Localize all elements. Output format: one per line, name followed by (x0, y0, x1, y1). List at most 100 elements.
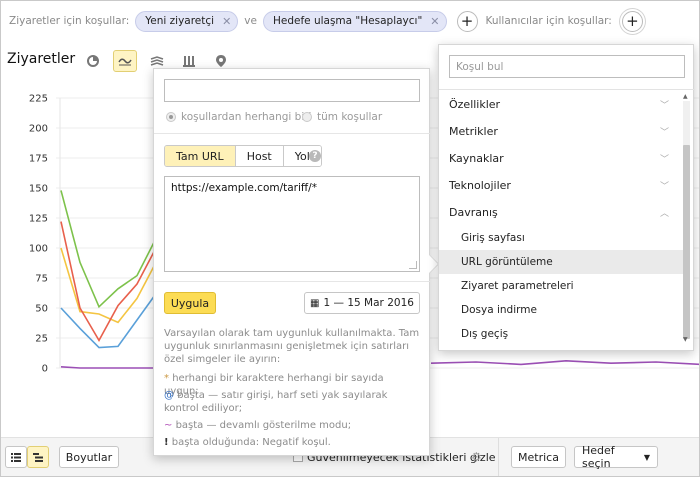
hint-text: başta — devamlı gösterilme modu; (175, 420, 352, 431)
category-label: Davranış (449, 206, 498, 219)
list-view-icon[interactable] (5, 446, 27, 468)
condition-file-download[interactable]: Dosya indirme (439, 298, 683, 322)
condition-category-list: Özellikler ﹀ Metrikler ﹀ Kaynaklar ﹀ Teknol… (439, 91, 683, 346)
and-joiner: ve (244, 15, 257, 27)
category-label: Özellikler (449, 98, 501, 111)
popup-arrow (429, 255, 438, 273)
calendar-icon: ▦ (310, 297, 320, 309)
condition-search-input[interactable]: Koşul bul (449, 55, 685, 78)
help-icon[interactable]: ? (309, 150, 321, 162)
tab-full-url[interactable]: Tam URL (165, 146, 236, 166)
hint-at: @ başta — satır girişi, harf seti yak sa… (164, 389, 420, 415)
visits-conditions-label: Ziyaretler için koşullar: (9, 15, 130, 27)
tree-view-icon[interactable] (27, 446, 49, 468)
hint-text: başta olduğunda: Negatif koşul. (171, 437, 331, 448)
url-match-mode-switch: Tam URL Host Yol (164, 145, 322, 167)
chevron-down-icon: ▼ (643, 452, 650, 462)
close-icon[interactable]: ✕ (222, 15, 231, 28)
filter-chip-label: Yeni ziyaretçi (145, 15, 215, 27)
divider (154, 281, 431, 282)
resize-handle[interactable] (409, 261, 417, 269)
scroll-up-icon[interactable]: ▲ (683, 93, 688, 100)
category-technologies[interactable]: Teknolojiler ﹀ (439, 172, 683, 199)
category-behavior[interactable]: Davranış ︿ (439, 199, 683, 226)
condition-outbound-link[interactable]: Dış geçiş (439, 322, 683, 346)
add-visit-condition-button[interactable]: + (456, 10, 478, 32)
hint-symbol: ! (164, 437, 169, 448)
divider (154, 133, 431, 134)
y-tick-label: 225 (29, 94, 48, 105)
y-tick-label: 0 (42, 364, 48, 375)
hint-symbol: * (164, 373, 169, 384)
scroll-down-icon[interactable]: ▼ (683, 336, 688, 343)
goal-select[interactable]: Hedef seçin ▼ (574, 444, 658, 470)
chevron-up-icon: ︿ (659, 209, 669, 219)
add-user-condition-button[interactable]: + (621, 10, 643, 32)
hint-bang: ! başta olduğunda: Negatif koşul. (164, 436, 420, 449)
radio-dot (302, 112, 312, 122)
condition-name-input[interactable] (164, 79, 420, 102)
radio-dot (166, 112, 176, 122)
scroll-thumb[interactable] (683, 145, 690, 339)
plus-icon: + (626, 11, 639, 30)
date-range-label: 1 — 15 Mar 2016 (323, 297, 414, 309)
tab-host[interactable]: Host (235, 146, 284, 166)
hint-tilde: ~ başta — devamlı gösterilme modu; (164, 419, 420, 432)
chevron-down-icon: ﹀ (659, 128, 669, 138)
plus-icon: + (460, 11, 474, 30)
segment-filter-bar: Ziyaretler için koşullar: Yeni ziyaretçi… (1, 1, 699, 41)
radio-any-condition[interactable]: koşullardan herhangi biri (166, 111, 311, 123)
series-line-right (430, 359, 699, 366)
category-features[interactable]: Özellikler ﹀ (439, 91, 683, 118)
y-tick-label: 25 (35, 334, 48, 345)
divider (498, 438, 499, 476)
radio-label: tüm koşullar (317, 111, 383, 123)
condition-visit-params[interactable]: Ziyaret parametreleri (439, 274, 683, 298)
hint-symbol: @ (164, 390, 174, 401)
filter-chip-label: Hedefe ulaşma "Hesaplaycı" (272, 15, 423, 27)
y-tick-label: 200 (29, 124, 48, 135)
y-tick-label: 100 (29, 244, 48, 255)
dimensions-button[interactable]: Boyutlar (59, 446, 119, 468)
filter-chip-new-visitor[interactable]: Yeni ziyaretçi ✕ (135, 10, 239, 32)
metrica-button[interactable]: Metrica (511, 446, 566, 468)
dropdown-scrollbar[interactable]: ▲ ▼ (683, 93, 690, 343)
condition-url-view[interactable]: URL görüntüleme (439, 250, 683, 274)
goal-select-label: Hedef seçin (582, 444, 615, 470)
radio-all-conditions[interactable]: tüm koşullar (302, 111, 382, 123)
url-condition-popup: koşullardan herhangi biri tüm koşullar T… (153, 68, 438, 456)
condition-entry-page[interactable]: Giriş sayfası (439, 226, 683, 250)
category-label: Teknolojiler (449, 179, 511, 192)
chevron-down-icon: ﹀ (659, 101, 669, 111)
category-label: Metrikler (449, 125, 498, 138)
hint-intro: Varsayılan olarak tam uygunluk kullanılm… (164, 328, 420, 365)
category-metrics[interactable]: Metrikler ﹀ (439, 118, 683, 145)
chevron-down-icon: ﹀ (659, 182, 669, 192)
chart-title: Ziyaretler (7, 51, 76, 67)
hint-text: başta — satır girişi, harf seti yak sayı… (164, 390, 388, 414)
condition-search-placeholder: Koşul bul (456, 60, 504, 73)
url-textarea-value: https://example.com/tariff/* (171, 182, 317, 194)
y-tick-label: 150 (29, 184, 48, 195)
y-tick-label: 175 (29, 154, 48, 165)
close-icon[interactable]: ✕ (430, 15, 439, 28)
category-sources[interactable]: Kaynaklar ﹀ (439, 145, 683, 172)
url-textarea[interactable]: https://example.com/tariff/* (164, 176, 420, 272)
radio-label: koşullardan herhangi biri (181, 111, 312, 123)
pie-chart-icon[interactable] (81, 50, 105, 72)
chevron-down-icon: ﹀ (659, 155, 669, 165)
hint-symbol: ~ (164, 420, 173, 431)
gear-icon[interactable]: ⚙ (471, 450, 482, 464)
users-conditions-label: Kullanıcılar için koşullar: (485, 15, 612, 27)
condition-picker-dropdown: Koşul bul Özellikler ﹀ Metrikler ﹀ Kaynakl… (438, 44, 695, 351)
category-label: Kaynaklar (449, 152, 504, 165)
divider (439, 89, 695, 90)
report-window: Ziyaretler için koşullar: Yeni ziyaretçi… (0, 0, 700, 477)
y-tick-label: 125 (29, 214, 48, 225)
line-chart-icon[interactable] (113, 50, 137, 72)
y-tick-label: 50 (35, 304, 48, 315)
y-tick-label: 75 (35, 274, 48, 285)
date-range-button[interactable]: ▦ 1 — 15 Mar 2016 (304, 292, 420, 314)
apply-button[interactable]: Uygula (164, 292, 216, 314)
filter-chip-goal[interactable]: Hedefe ulaşma "Hesaplaycı" ✕ (262, 10, 447, 32)
